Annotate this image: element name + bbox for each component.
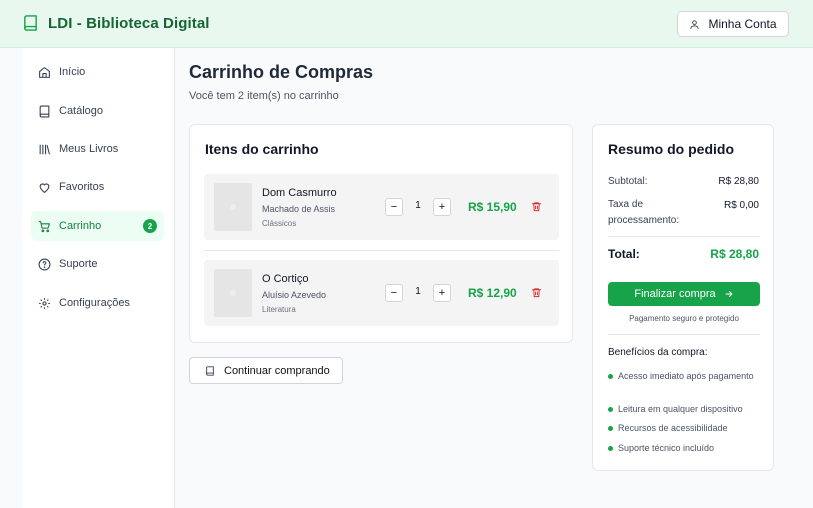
- increase-quantity-button[interactable]: +: [433, 284, 451, 302]
- bullet-dot-icon: [608, 446, 613, 451]
- book-cover-image: [214, 183, 252, 231]
- summary-title: Resumo do pedido: [608, 141, 734, 157]
- increase-quantity-button[interactable]: +: [433, 198, 451, 216]
- item-price: R$ 15,90: [468, 200, 517, 214]
- quantity-value: 1: [415, 286, 421, 297]
- subtotal-value: R$ 28,80: [718, 176, 759, 187]
- decrease-quantity-button[interactable]: −: [385, 284, 403, 302]
- book-title: O Cortiço: [262, 273, 309, 285]
- user-icon: [690, 19, 700, 29]
- bullet-dot-icon: [608, 407, 613, 412]
- order-summary-card: Resumo do pedido Subtotal: R$ 28,80 Taxa…: [592, 124, 774, 471]
- total-value: R$ 28,80: [710, 247, 759, 261]
- sidebar-item-catalogo[interactable]: Catálogo: [31, 96, 164, 126]
- library-icon: [39, 144, 50, 154]
- sidebar-item-favoritos[interactable]: Favoritos: [31, 172, 164, 202]
- summary-divider: [608, 236, 760, 237]
- account-button[interactable]: Minha Conta: [677, 11, 789, 37]
- book-author: Machado de Assis: [262, 204, 336, 214]
- summary-divider: [608, 334, 760, 335]
- page-title: Carrinho de Compras: [189, 62, 374, 82]
- help-circle-icon: [38, 258, 51, 270]
- benefit-item: Acesso imediato após pagamento: [608, 370, 760, 383]
- sidebar-item-configuracoes[interactable]: Configurações: [31, 288, 164, 318]
- total-label: Total:: [608, 247, 640, 261]
- decrease-quantity-button[interactable]: −: [385, 198, 403, 216]
- benefit-text: Acesso imediato após pagamento: [618, 371, 754, 381]
- benefit-text: Leitura em qualquer dispositivo: [618, 404, 743, 414]
- benefit-text: Recursos de acessibilidade: [618, 423, 728, 433]
- sidebar-item-label: Configurações: [59, 297, 130, 309]
- book-category: Literatura: [262, 305, 296, 314]
- sidebar: Início Catálogo Meus Livros Favoritos Ca…: [22, 48, 175, 508]
- benefit-item: Recursos de acessibilidade: [608, 422, 760, 435]
- book-author: Aluísio Azevedo: [262, 290, 327, 300]
- brand[interactable]: LDI - Biblioteca Digital: [22, 14, 210, 32]
- trash-icon[interactable]: [531, 201, 542, 212]
- item-price: R$ 12,90: [468, 286, 517, 300]
- cart-items-card: Itens do carrinho Dom Casmurro Machado d…: [189, 124, 573, 343]
- sidebar-item-label: Carrinho: [59, 220, 102, 232]
- sidebar-item-label: Catálogo: [59, 105, 104, 117]
- cart-item: Dom Casmurro Machado de Assis Clássicos …: [204, 174, 559, 240]
- book-category: Clássicos: [262, 219, 297, 228]
- sidebar-item-label: Meus Livros: [59, 143, 119, 155]
- benefit-item: Suporte técnico incluído: [608, 442, 760, 455]
- book-icon: [206, 365, 214, 376]
- continue-shopping-label: Continuar comprando: [224, 364, 330, 377]
- processing-fee-label: Taxa de processamento:: [608, 199, 680, 226]
- gear-icon: [39, 297, 50, 309]
- secure-payment-note: Pagamento seguro e protegido: [629, 314, 739, 323]
- cart-item: O Cortiço Aluísio Azevedo Literatura − 1…: [204, 260, 559, 326]
- item-divider: [204, 250, 559, 251]
- subtotal-label: Subtotal:: [608, 176, 648, 187]
- cart-icon: [38, 220, 50, 232]
- benefits-title: Benefícios da compra:: [608, 347, 708, 358]
- sidebar-item-inicio[interactable]: Início: [31, 57, 164, 87]
- book-title: Dom Casmurro: [262, 187, 337, 199]
- continue-shopping-button[interactable]: Continuar comprando: [189, 357, 343, 384]
- processing-fee-value: R$ 0,00: [723, 200, 759, 211]
- sidebar-item-label: Suporte: [59, 258, 98, 270]
- sidebar-item-suporte[interactable]: Suporte: [31, 249, 164, 279]
- heart-icon: [39, 182, 50, 193]
- sidebar-item-label: Início: [59, 66, 86, 78]
- bullet-dot-icon: [608, 426, 613, 431]
- benefit-text: Suporte técnico incluído: [618, 443, 715, 453]
- book-cover-image: [214, 269, 252, 317]
- cart-items-title: Itens do carrinho: [205, 141, 319, 157]
- checkout-button[interactable]: Finalizar compra: [608, 282, 760, 306]
- top-bar: LDI - Biblioteca Digital Minha Conta: [0, 0, 813, 48]
- home-icon: [39, 66, 50, 78]
- sidebar-item-meus-livros[interactable]: Meus Livros: [31, 134, 164, 164]
- book-icon: [39, 105, 50, 117]
- book-logo-icon: [24, 15, 37, 31]
- cart-count-text: Você tem 2 item(s) no carrinho: [189, 90, 339, 102]
- checkout-label: Finalizar compra: [634, 288, 716, 300]
- sidebar-item-carrinho[interactable]: Carrinho 2: [31, 211, 164, 241]
- benefit-item: Leitura em qualquer dispositivo: [608, 403, 760, 416]
- cart-count-badge: 2: [143, 219, 157, 233]
- trash-icon[interactable]: [531, 287, 542, 298]
- app-title: LDI - Biblioteca Digital: [48, 14, 210, 32]
- sidebar-item-label: Favoritos: [59, 181, 105, 193]
- quantity-value: 1: [415, 200, 421, 211]
- arrow-right-icon: [725, 290, 733, 298]
- account-label: Minha Conta: [708, 17, 777, 31]
- bullet-dot-icon: [608, 374, 613, 379]
